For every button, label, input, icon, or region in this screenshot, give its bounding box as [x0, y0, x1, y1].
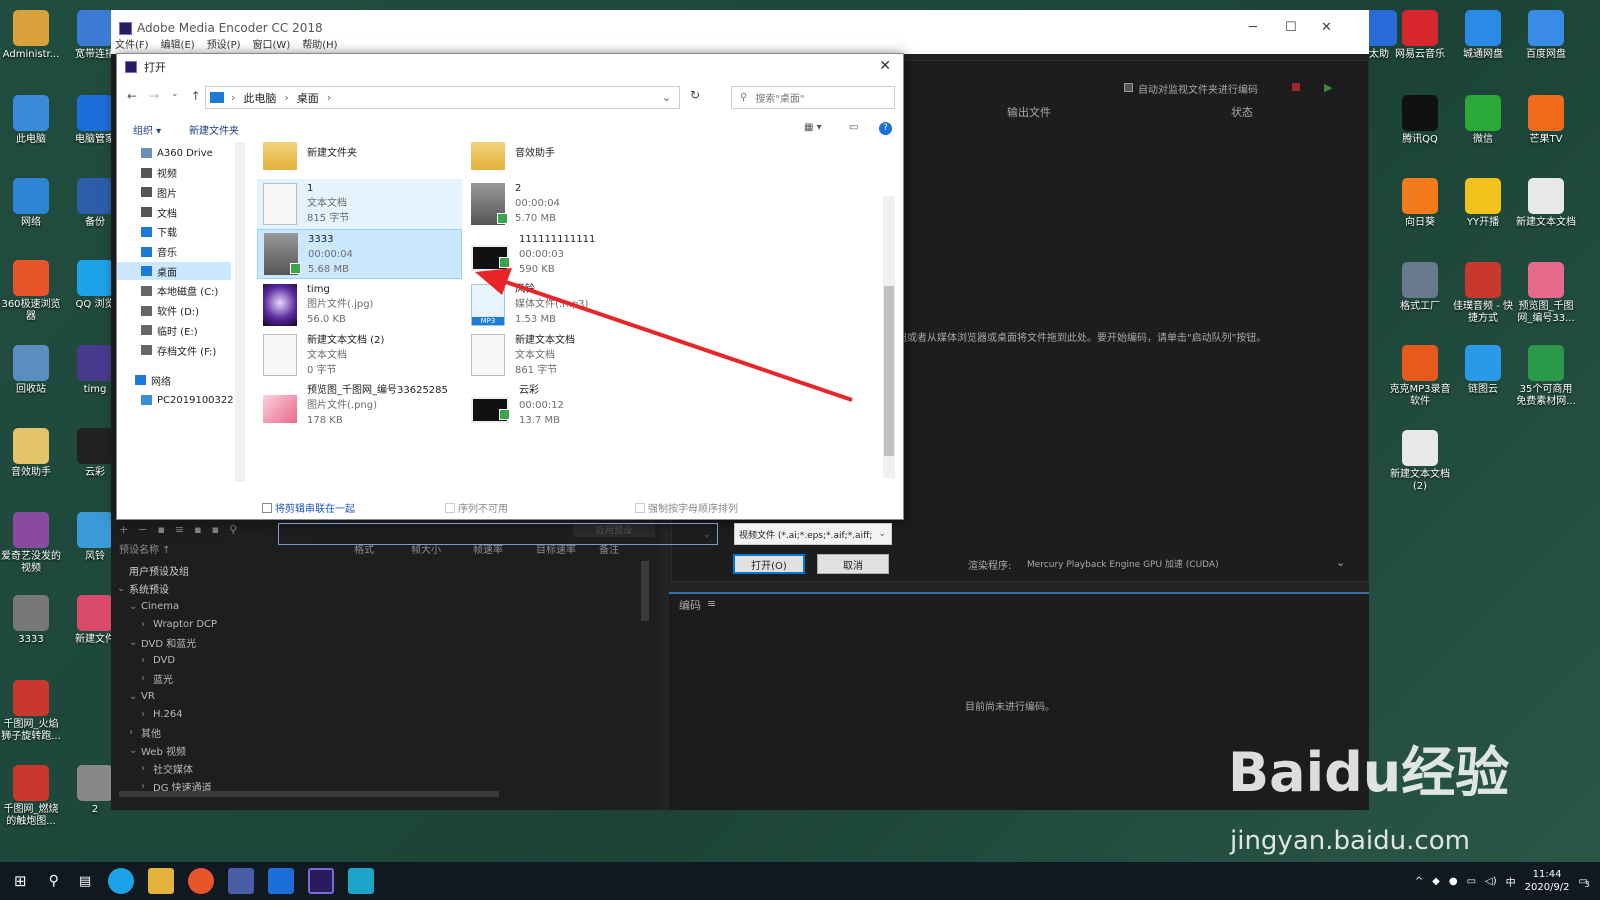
- shield-icon[interactable]: ◆: [1432, 876, 1440, 887]
- taskbar: ⊞ ⚲ ▤ ^ ◆ ● ▭ ◁) 中 11:44 2020/9/2 ▭ 3: [0, 862, 1600, 900]
- windows-start-icon[interactable]: ⊞: [14, 872, 27, 890]
- clock[interactable]: 11:44 2020/9/2: [1525, 868, 1570, 894]
- watermark-url: jingyan.baidu.com: [1230, 826, 1470, 856]
- file-explorer-icon[interactable]: [148, 868, 175, 894]
- pc-manager-icon[interactable]: [268, 868, 295, 894]
- network-icon[interactable]: ▭: [1467, 876, 1476, 887]
- ime-indicator[interactable]: 中: [1506, 874, 1516, 889]
- tray-expand-icon[interactable]: ^: [1415, 876, 1423, 887]
- media-encoder-task-icon[interactable]: [228, 868, 255, 894]
- app-window-icon[interactable]: [348, 868, 375, 894]
- watermark-brand: Baidu经验: [1228, 741, 1510, 804]
- browser-360-icon[interactable]: [188, 868, 215, 894]
- notification-icon[interactable]: ▭ 3: [1579, 876, 1590, 889]
- qq-browser-icon[interactable]: [108, 868, 135, 894]
- wechat-tray-icon[interactable]: ●: [1449, 876, 1458, 887]
- search-icon[interactable]: ⚲: [49, 873, 59, 889]
- volume-icon[interactable]: ◁): [1485, 876, 1497, 887]
- adobe-app-icon[interactable]: [308, 868, 335, 894]
- task-view-icon[interactable]: ▤: [79, 874, 91, 889]
- system-tray: ^ ◆ ● ▭ ◁) 中 11:44 2020/9/2 ▭ 3: [1415, 868, 1600, 894]
